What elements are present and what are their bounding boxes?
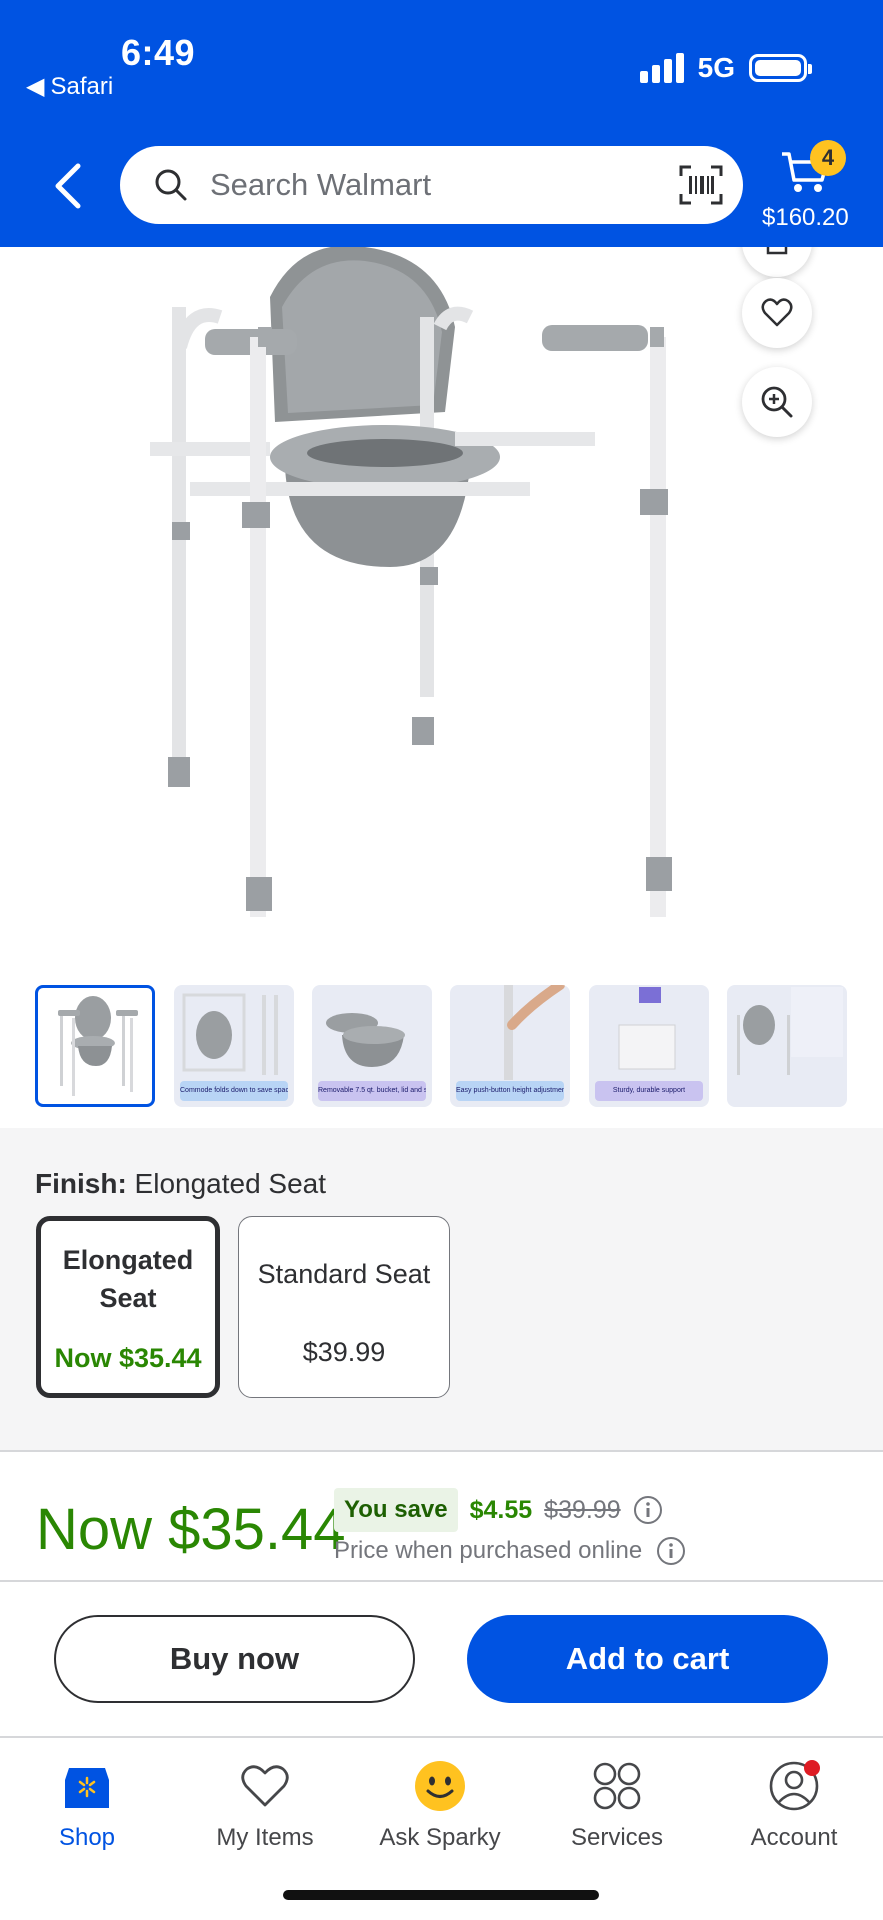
product-image — [150, 247, 672, 917]
back-triangle-icon: ◀ — [26, 73, 45, 100]
battery-icon — [749, 54, 812, 82]
finish-selected-value: Elongated Seat — [134, 1168, 327, 1199]
network-label: 5G — [697, 52, 735, 83]
thumbnail-bucket-image — [326, 1013, 405, 1067]
thumbnail-chair-image — [58, 996, 138, 1096]
divider — [0, 1450, 883, 1452]
search-input[interactable] — [210, 167, 650, 203]
heart-icon — [761, 298, 793, 327]
nav-label: Services — [570, 1824, 664, 1851]
nav-services[interactable]: Services — [532, 1760, 702, 1852]
cart-total: $160.20 — [762, 204, 849, 231]
cart-count-badge: 4 — [810, 140, 846, 176]
savings-amount: $4.55 — [469, 1495, 533, 1524]
search-bar[interactable] — [120, 146, 743, 224]
zoom-button[interactable] — [742, 367, 812, 437]
was-price: $39.99 — [544, 1495, 621, 1524]
search-icon — [155, 169, 187, 201]
finish-label: Finish: — [35, 1168, 127, 1199]
thumbnail-caption: Commode folds down to save space — [180, 1081, 288, 1101]
zoom-in-icon — [761, 386, 793, 418]
favorite-button[interactable] — [742, 278, 812, 348]
thumbnail-caption: Sturdy, durable support — [595, 1081, 703, 1101]
nav-my-items[interactable]: My Items — [180, 1760, 350, 1852]
thumbnail-bedside-image — [737, 987, 843, 1075]
info-icon[interactable] — [656, 1536, 686, 1566]
current-price: Now $35.44 — [36, 1497, 346, 1562]
finish-selector: Finish: Elongated Seat Elongated Seat No… — [0, 1128, 883, 1452]
nav-label: Account — [750, 1824, 838, 1851]
sparky-icon — [415, 1761, 465, 1811]
nav-account[interactable]: Account — [709, 1760, 879, 1852]
app-header: 6:49 ◀ Safari 5G Search Walmart 4 $160.2… — [0, 0, 883, 247]
nav-label: Shop — [58, 1824, 116, 1851]
chevron-left-icon[interactable] — [48, 160, 88, 212]
home-indicator[interactable] — [283, 1890, 599, 1900]
thumbnail-2[interactable]: Commode folds down to save space — [174, 985, 294, 1107]
online-price-note: Price when purchased online — [334, 1537, 643, 1564]
thumbnail-height-image — [504, 985, 565, 1080]
account-icon — [769, 1760, 820, 1811]
variant-price: $39.99 — [302, 1337, 386, 1367]
status-indicators: 5G — [639, 52, 812, 84]
product-image-carousel[interactable] — [0, 247, 883, 967]
finish-label-row: Finish: Elongated Seat — [35, 1168, 326, 1200]
thumbnail-6[interactable] — [727, 985, 847, 1107]
nav-ask-sparky[interactable]: Ask Sparky — [355, 1760, 525, 1852]
services-icon — [593, 1762, 641, 1810]
you-save-badge: You save — [334, 1488, 458, 1532]
back-to-safari[interactable]: ◀ Safari — [26, 72, 113, 101]
variant-name: Standard Seat — [257, 1259, 431, 1289]
add-to-cart-button[interactable]: Add to cart — [467, 1615, 828, 1703]
share-button[interactable] — [742, 247, 812, 277]
signal-icon — [639, 53, 684, 83]
info-icon[interactable] — [633, 1495, 663, 1525]
variant-name: Elongated Seat — [62, 1245, 194, 1313]
shop-icon — [65, 1768, 109, 1808]
nav-shop[interactable]: Shop — [2, 1760, 172, 1852]
savings-row: You save $4.55 $39.99 — [334, 1488, 663, 1532]
thumbnail-support-image — [618, 987, 676, 1070]
online-price-row: Price when purchased online — [334, 1536, 686, 1566]
thumbnail-caption: Removable 7.5 qt. bucket, lid and splash… — [318, 1081, 426, 1101]
heart-icon — [241, 1765, 289, 1807]
thumbnail-folded-image — [182, 993, 278, 1075]
thumbnail-5[interactable]: Sturdy, durable support — [589, 985, 709, 1107]
buy-now-button[interactable]: Buy now — [54, 1615, 415, 1703]
divider — [0, 1580, 883, 1582]
status-time: 6:49 — [121, 32, 196, 73]
back-app-label: Safari — [50, 72, 114, 100]
notification-dot-icon — [804, 1760, 820, 1776]
variant-option-elongated[interactable]: Elongated Seat Now $35.44 — [36, 1216, 220, 1398]
thumbnail-3[interactable]: Removable 7.5 qt. bucket, lid and splash… — [312, 985, 432, 1107]
variant-option-standard[interactable]: Standard Seat $39.99 — [238, 1216, 450, 1398]
nav-label: My Items — [216, 1824, 314, 1851]
thumbnail-caption: Easy push-button height adjustment from … — [456, 1081, 564, 1101]
thumbnail-strip: Commode folds down to save space Removab… — [0, 985, 883, 1110]
share-icon — [766, 247, 788, 255]
barcode-scan-icon[interactable] — [679, 164, 723, 206]
variant-price: Now $35.44 — [54, 1343, 202, 1373]
cart-button[interactable]: 4 $160.20 — [760, 140, 860, 235]
nav-label: Ask Sparky — [379, 1824, 501, 1851]
thumbnail-4[interactable]: Easy push-button height adjustment from … — [450, 985, 570, 1107]
thumbnail-1[interactable] — [35, 985, 155, 1107]
